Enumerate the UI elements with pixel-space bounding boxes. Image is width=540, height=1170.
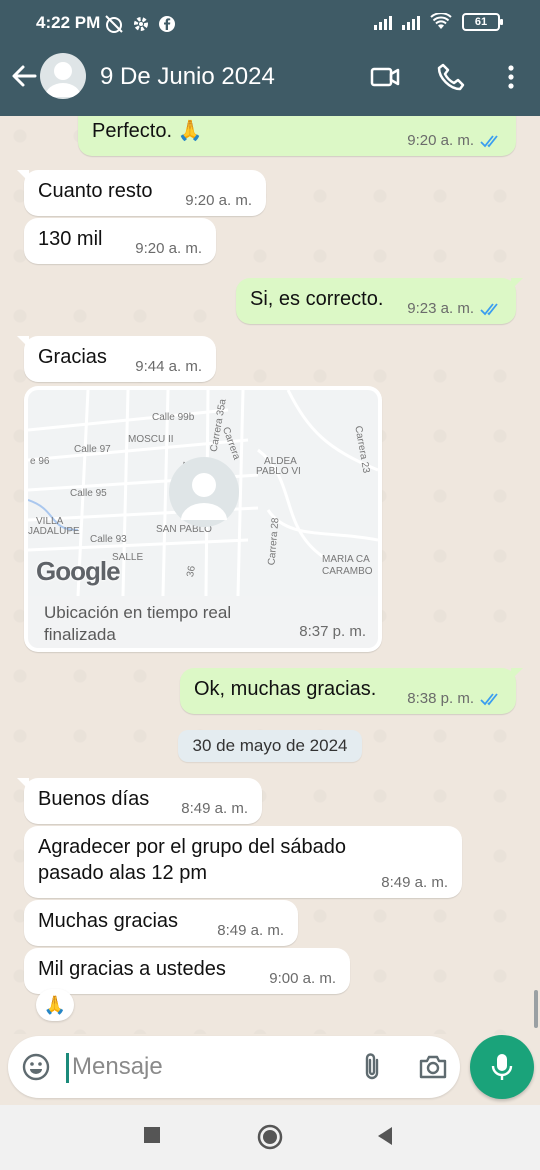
settings-icon xyxy=(134,17,148,31)
back-arrow-icon[interactable] xyxy=(10,62,38,90)
chat-area[interactable]: Perfecto. 🙏 9:20 a. m. Cuanto resto 9:20… xyxy=(0,116,540,1034)
wifi-icon xyxy=(430,13,452,29)
read-receipt-icon xyxy=(480,134,498,147)
home-icon[interactable] xyxy=(256,1123,284,1151)
message-bubble[interactable]: Cuanto resto 9:20 a. m. xyxy=(17,170,266,216)
message-composer xyxy=(8,1036,460,1098)
chat-header: 9 De Junio 2024 xyxy=(0,48,540,116)
message-bubble[interactable]: Agradecer por el grupo del sábado pasado… xyxy=(24,826,462,898)
status-bar: 4:22 PM 61 xyxy=(0,0,540,48)
message-bubble[interactable]: Mil gracias a ustedes 9:00 a. m. xyxy=(24,948,350,994)
microphone-icon xyxy=(491,1054,513,1080)
message-bubble[interactable]: Gracias 9:44 a. m. xyxy=(17,336,216,382)
location-avatar-pin xyxy=(169,457,239,527)
live-location-caption: Ubicación en tiempo real finalizada xyxy=(44,603,232,644)
attach-icon[interactable] xyxy=(358,1052,386,1082)
message-input[interactable] xyxy=(72,1050,332,1084)
battery-icon: 61 xyxy=(462,13,503,31)
message-bubble[interactable]: 130 mil 9:20 a. m. xyxy=(24,218,216,264)
signal-icon-2 xyxy=(402,14,420,30)
text-caret xyxy=(66,1053,69,1083)
back-nav-icon[interactable] xyxy=(374,1125,396,1147)
map-preview[interactable]: Calle 99b MOSCU II Calle 97 e 96 Carrera… xyxy=(28,390,378,596)
status-time: 4:22 PM xyxy=(36,13,101,32)
recents-icon[interactable] xyxy=(142,1125,162,1145)
default-avatar-icon xyxy=(45,62,81,97)
read-receipt-icon xyxy=(480,692,498,705)
live-location-card[interactable]: Calle 99b MOSCU II Calle 97 e 96 Carrera… xyxy=(24,386,382,652)
google-logo: Google xyxy=(36,556,121,586)
chat-title[interactable]: 9 De Junio 2024 xyxy=(100,63,275,91)
top-bar: 4:22 PM 61 9 De Junio 2024 xyxy=(0,0,540,116)
scrollbar[interactable] xyxy=(534,990,538,1028)
message-bubble[interactable]: Muchas gracias 8:49 a. m. xyxy=(24,900,298,946)
emoji-icon[interactable] xyxy=(22,1053,50,1081)
video-call-icon[interactable] xyxy=(370,62,400,92)
facebook-icon xyxy=(159,16,175,32)
date-divider: 30 de mayo de 2024 xyxy=(178,730,362,762)
system-nav-bar xyxy=(0,1105,540,1170)
phone-call-icon[interactable] xyxy=(436,62,466,92)
signal-icon xyxy=(374,14,392,30)
more-options-icon[interactable] xyxy=(496,62,526,92)
message-bubble[interactable]: Buenos días 8:49 a. m. xyxy=(17,778,262,824)
voice-message-button[interactable] xyxy=(470,1035,534,1099)
message-reaction[interactable]: 🙏 xyxy=(36,989,74,1021)
message-bubble[interactable]: Ok, muchas gracias. 8:38 p. m. xyxy=(180,668,523,714)
alarm-off-icon xyxy=(105,15,123,33)
message-bubble[interactable]: Si, es correcto. 9:23 a. m. xyxy=(236,278,523,324)
avatar[interactable] xyxy=(40,53,86,99)
message-bubble[interactable]: Perfecto. 🙏 9:20 a. m. xyxy=(78,116,516,156)
camera-icon[interactable] xyxy=(418,1053,448,1081)
read-receipt-icon xyxy=(480,302,498,315)
